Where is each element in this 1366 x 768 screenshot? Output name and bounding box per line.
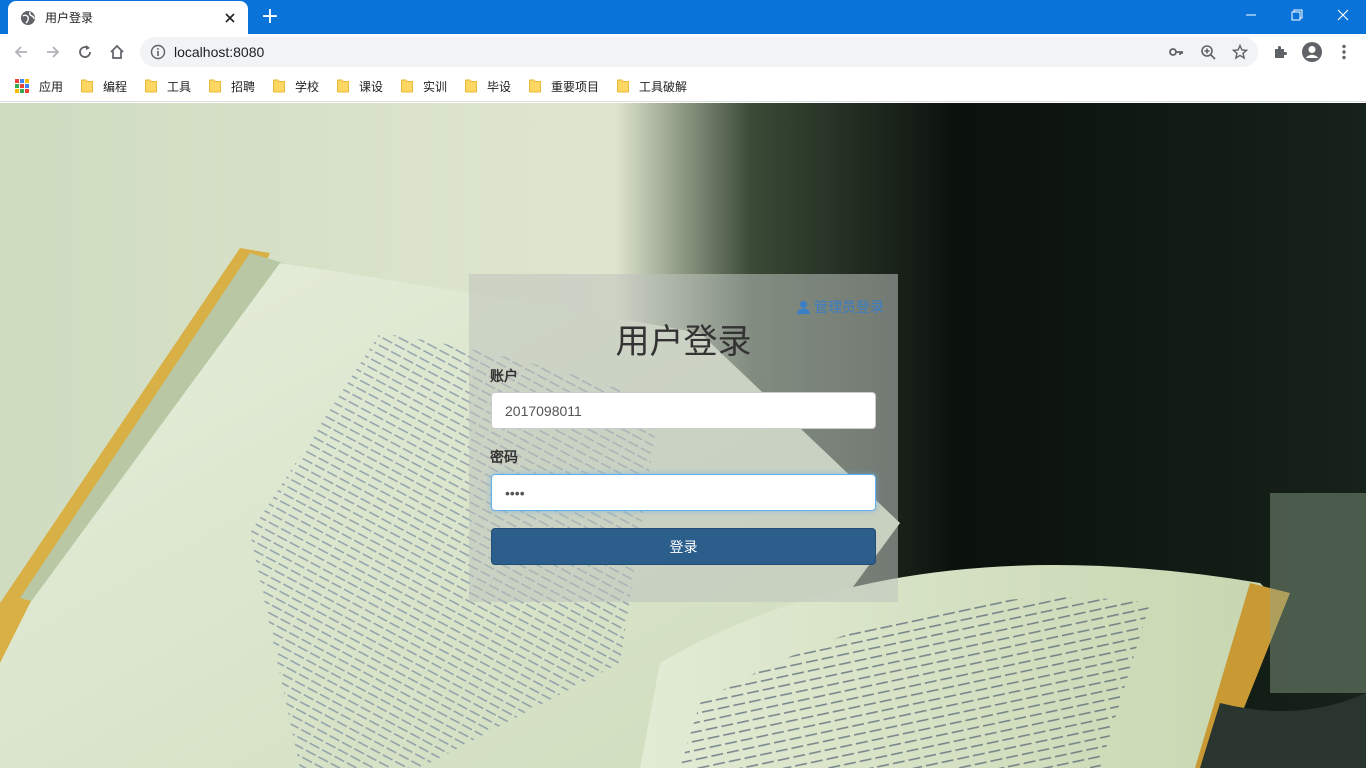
bookmark-label: 课设: [359, 79, 384, 94]
login-button-label: 登录: [669, 539, 698, 556]
home-icon[interactable]: [104, 39, 130, 65]
bookmark-label: 工具: [167, 79, 192, 94]
address-bar[interactable]: localhost:8080: [140, 37, 1258, 67]
browser-toolbar: localhost:8080: [0, 34, 1366, 70]
bookmark-label: 学校: [295, 79, 320, 94]
folder-icon: [273, 79, 285, 93]
minimize-icon[interactable]: [1228, 0, 1274, 30]
zoom-icon[interactable]: [1198, 42, 1218, 62]
key-icon[interactable]: [1166, 42, 1186, 62]
bookmark-folder[interactable]: 工具破解: [617, 76, 687, 96]
login-panel: 管理员登录 用户登录 账户 2017098011 密码 •••• 登录: [469, 274, 898, 602]
bookmark-folder[interactable]: 编程: [81, 76, 127, 96]
account-input[interactable]: 2017098011: [491, 392, 876, 429]
folder-icon: [617, 79, 629, 93]
account-value: 2017098011: [505, 402, 582, 419]
browser-titlebar: 用户登录 +: [0, 0, 1366, 34]
bookmark-folder[interactable]: 毕设: [465, 76, 511, 96]
password-label: 密码: [490, 450, 518, 466]
bookmark-label: 重要项目: [551, 79, 600, 94]
new-tab-button[interactable]: +: [258, 6, 282, 30]
user-icon: [796, 300, 811, 315]
bookmark-folder[interactable]: 学校: [273, 76, 319, 96]
password-value: ••••: [505, 484, 525, 501]
bookmark-folder[interactable]: 课设: [337, 76, 383, 96]
login-button[interactable]: 登录: [491, 528, 876, 565]
folder-icon: [145, 79, 157, 93]
close-icon[interactable]: [222, 10, 238, 26]
back-icon[interactable]: [8, 39, 34, 65]
folder-icon: [337, 79, 349, 93]
bookmark-folder[interactable]: 实训: [401, 76, 447, 96]
forward-icon[interactable]: [40, 39, 66, 65]
bookmark-label: 实训: [423, 79, 448, 94]
page-title: 用户登录: [615, 322, 752, 362]
account-label: 账户: [490, 369, 518, 385]
bookmark-label: 招聘: [231, 79, 256, 94]
bookmark-label: 编程: [103, 79, 128, 94]
bookmark-folder[interactable]: 重要项目: [529, 76, 599, 96]
tab-title: 用户登录: [45, 11, 94, 25]
folder-icon: [465, 79, 477, 93]
close-icon[interactable]: [1320, 0, 1366, 30]
bookmark-label: 毕设: [487, 79, 512, 94]
info-icon[interactable]: [150, 44, 166, 60]
star-icon[interactable]: [1230, 42, 1250, 62]
apps-icon: [15, 79, 29, 93]
profile-icon[interactable]: [1300, 40, 1324, 64]
url-text[interactable]: localhost:8080: [174, 44, 264, 60]
folder-icon: [529, 79, 541, 93]
restore-icon[interactable]: [1274, 0, 1320, 30]
folder-icon: [81, 79, 93, 93]
bookmark-label: 应用: [39, 79, 64, 94]
folder-icon: [401, 79, 413, 93]
password-input[interactable]: ••••: [491, 474, 876, 511]
bookmark-label: 工具破解: [639, 79, 688, 94]
reload-icon[interactable]: [72, 39, 98, 65]
globe-icon: [20, 10, 36, 26]
bookmark-apps[interactable]: 应用: [15, 76, 63, 96]
folder-icon: [209, 79, 221, 93]
browser-tab[interactable]: 用户登录: [8, 1, 248, 34]
page-content: 管理员登录 用户登录 账户 2017098011 密码 •••• 登录: [0, 103, 1366, 768]
bookmark-folder[interactable]: 招聘: [209, 76, 255, 96]
bookmark-folder[interactable]: 工具: [145, 76, 191, 96]
menu-icon[interactable]: [1332, 40, 1356, 64]
extensions-icon[interactable]: [1268, 40, 1292, 64]
bookmarks-bar: 应用 编程 工具 招聘 学校 课设 实训 毕设 重要项目 工具破解: [0, 70, 1366, 102]
